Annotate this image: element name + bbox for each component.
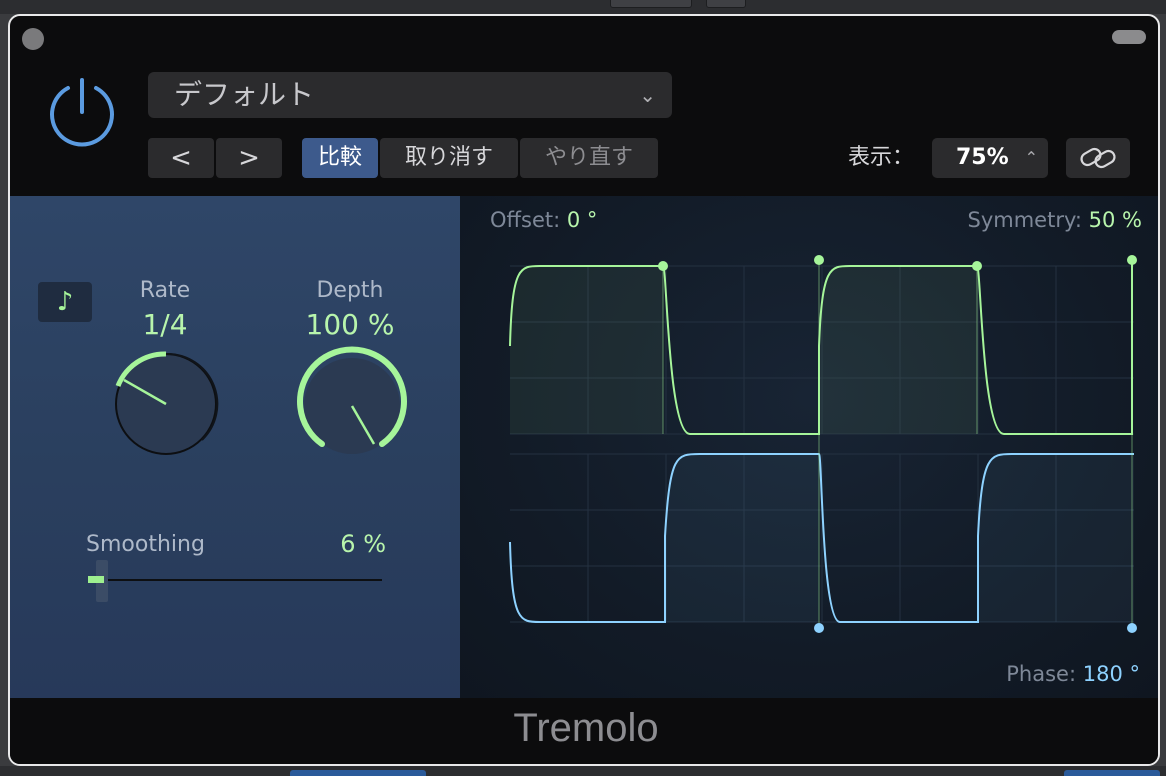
depth-label: Depth [316, 278, 384, 303]
host-toolbar-strip [0, 0, 1166, 14]
phase-handle [1127, 623, 1137, 633]
host-toolbar-button [706, 0, 746, 8]
depth-value: 100 % [305, 308, 395, 341]
host-bottom-strip [0, 766, 1166, 776]
host-toolbar-button [610, 0, 692, 8]
symmetry-handle [658, 261, 668, 271]
plugin-window: デフォルト ⌄ < > 比較 取り消す やり直す 表示： 75% ⌃ ♪ Rat… [8, 14, 1160, 766]
host-bottom-tab [1064, 770, 1160, 776]
undo-button[interactable]: 取り消す [380, 138, 518, 178]
smoothing-slider-track[interactable] [102, 579, 382, 581]
lfo-display: Offset: 0 ° Symmetry: 50 % Phase: 180 ° [460, 196, 1160, 698]
zoom-value: 75% [956, 145, 1009, 170]
preset-name: デフォルト [174, 78, 315, 111]
compare-button[interactable]: 比較 [302, 138, 378, 178]
smoothing-slider-fill [88, 576, 104, 583]
previous-preset-button[interactable]: < [148, 138, 214, 178]
view-label: 表示： [848, 145, 915, 170]
depth-knob[interactable] [290, 344, 414, 468]
rate-value: 1/4 [142, 308, 188, 341]
zoom-select[interactable]: 75% ⌃ [932, 138, 1048, 178]
smoothing-label: Smoothing [86, 532, 205, 557]
host-bottom-tab [290, 770, 426, 776]
window-close-button[interactable] [22, 28, 44, 50]
preset-menu[interactable]: デフォルト ⌄ [148, 72, 672, 118]
lfo-waveform-graph[interactable] [460, 196, 1160, 698]
next-preset-button[interactable]: > [216, 138, 282, 178]
offset-handle [814, 255, 824, 265]
smoothing-value: 6 % [340, 530, 386, 558]
plugin-title: Tremolo [513, 706, 659, 750]
offset-handle [1127, 255, 1137, 265]
window-collapse-button[interactable] [1112, 30, 1146, 44]
note-sync-button[interactable]: ♪ [38, 282, 92, 322]
stepper-icon: ⌃ [1024, 148, 1038, 167]
link-icon[interactable] [1066, 138, 1130, 178]
chevron-down-icon: ⌄ [639, 83, 656, 107]
phase-handle [814, 623, 824, 633]
plugin-footer: Tremolo [10, 698, 1158, 764]
parameters-panel: ♪ Rate 1/4 Depth 100 % Smoothing 6 % [10, 196, 460, 698]
rate-label: Rate [139, 278, 191, 303]
symmetry-handle [972, 261, 982, 271]
redo-button[interactable]: やり直す [520, 138, 658, 178]
rate-knob[interactable] [104, 342, 228, 466]
power-icon[interactable] [44, 74, 120, 150]
